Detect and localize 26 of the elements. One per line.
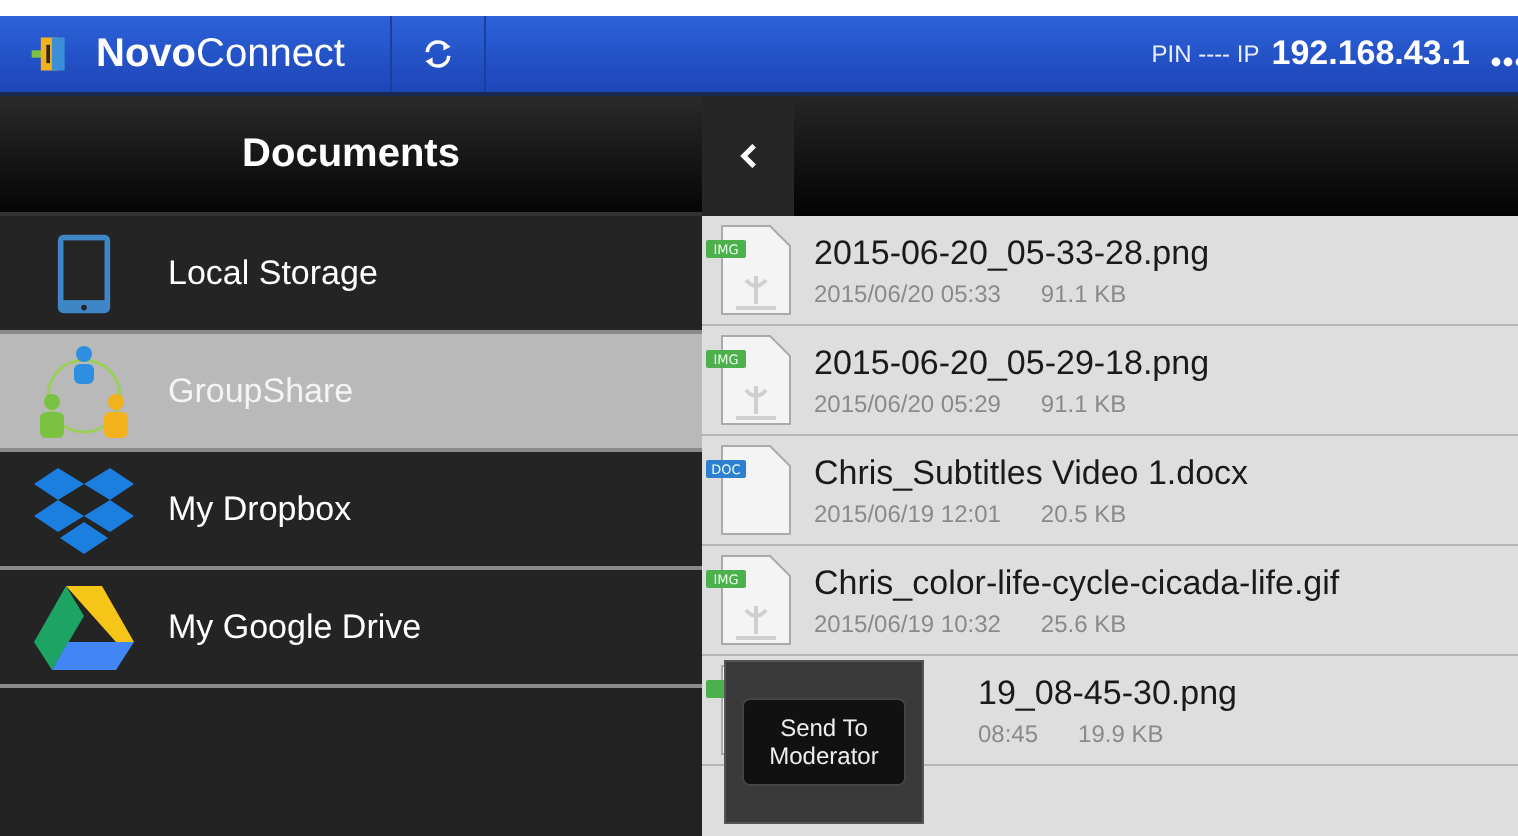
file-name: 2015-06-20_05-33-28.png: [814, 233, 1210, 273]
app-title: NovoConnect: [96, 31, 345, 77]
sidebar-title: Documents: [242, 131, 460, 177]
file-size: 91.1 KB: [1040, 279, 1127, 307]
file-date: 08:45: [978, 719, 1039, 747]
file-size: 91.1 KB: [1040, 389, 1127, 417]
file-size: 20.5 KB: [1040, 499, 1127, 527]
ip-address: 192.168.43.1: [1271, 34, 1470, 74]
file-date: 2015/06/19 12:01: [814, 499, 1001, 527]
file-name: Chris_color-life-cycle-cicada-life.gif: [814, 563, 1340, 603]
file-size: 25.6 KB: [1040, 609, 1127, 637]
file-date: 2015/06/20 05:29: [814, 389, 1001, 417]
file-name: 19_08-45-30.png: [978, 673, 1238, 713]
file-date: 2015/06/20 05:33: [814, 279, 1001, 307]
overflow-menu-icon[interactable]: [1490, 56, 1518, 68]
file-size: 19.9 KB: [1078, 719, 1164, 747]
chevron-left-icon: [739, 144, 757, 168]
pin-label: PIN ---- IP: [1151, 40, 1260, 68]
file-name: 2015-06-20_05-29-18.png: [814, 343, 1210, 383]
drive-icon: [32, 583, 136, 671]
dropbox-icon: [32, 463, 136, 555]
file-date: 2015/06/19 10:32: [814, 609, 1001, 637]
tablet-icon: [56, 231, 112, 315]
file-name: Chris_Subtitles Video 1.docx: [814, 453, 1249, 493]
send-to-moderator-button[interactable]: Send To Moderator: [742, 698, 906, 786]
refresh-button[interactable]: [389, 16, 485, 92]
